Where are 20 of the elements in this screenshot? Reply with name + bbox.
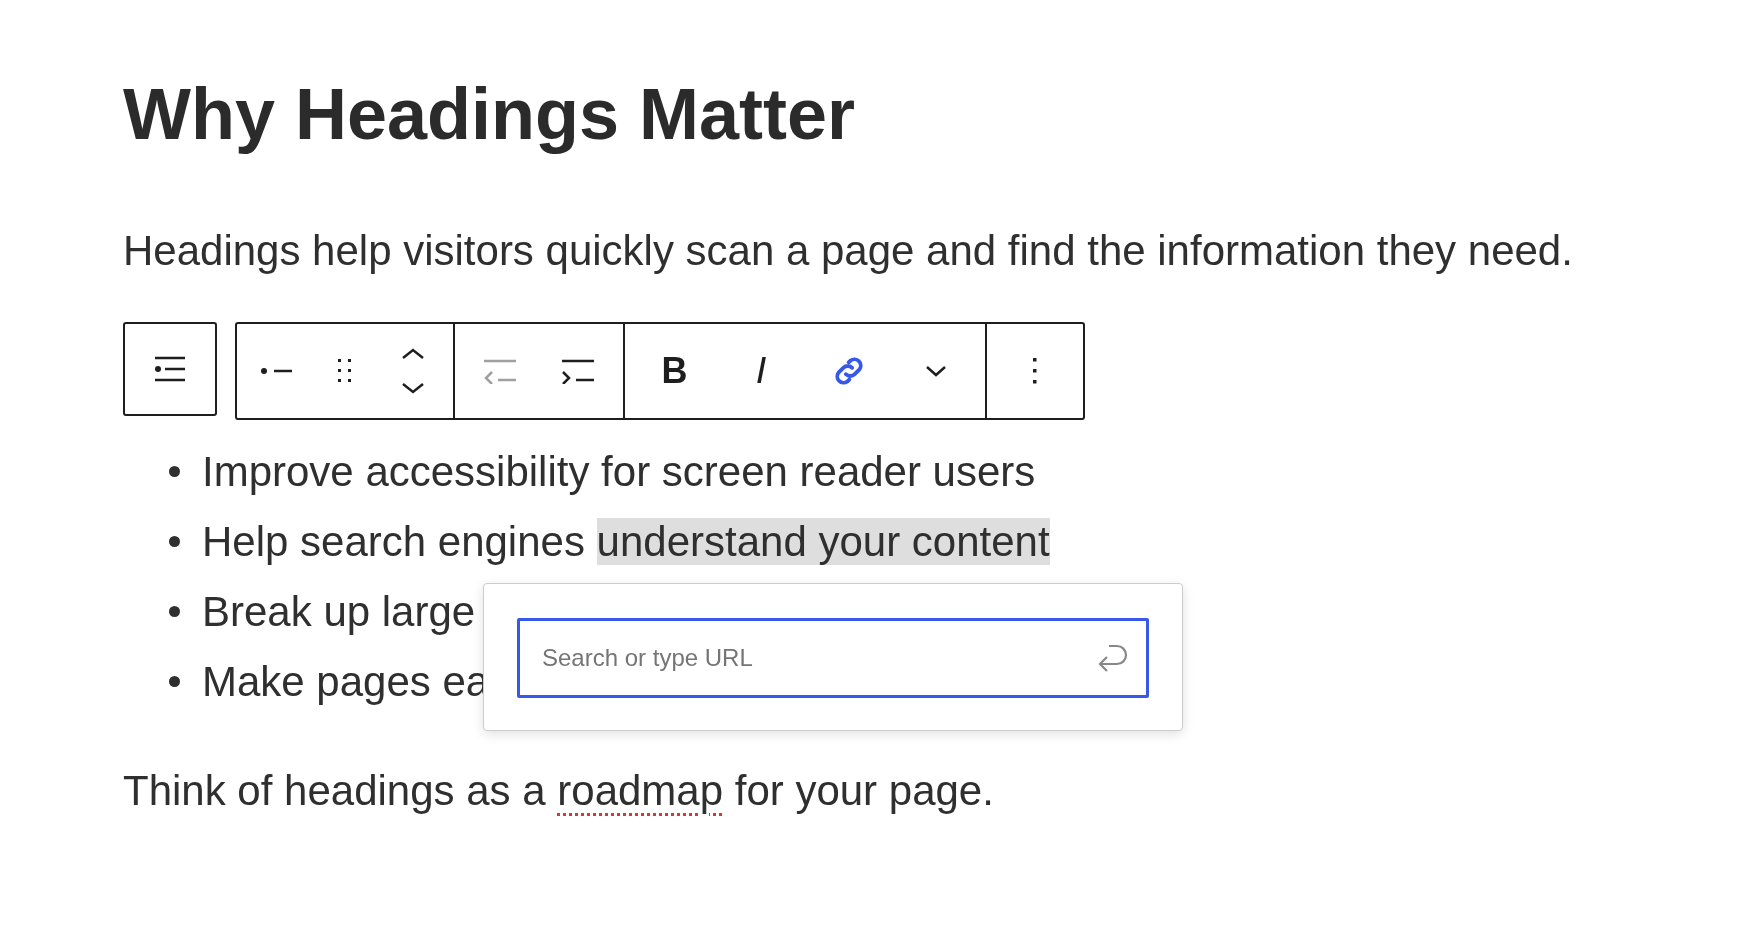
drag-handle-icon <box>337 357 353 384</box>
indent-icon <box>560 357 596 384</box>
bullet-icon <box>169 536 180 548</box>
bullet-icon <box>169 606 180 618</box>
bullet-line-icon <box>260 365 294 376</box>
italic-button[interactable]: I <box>731 330 792 411</box>
bullet-icon <box>169 676 180 688</box>
bullet-icon <box>169 466 180 478</box>
list-item-text: Break up large <box>202 587 476 636</box>
block-type-button[interactable] <box>123 321 217 416</box>
paragraph: Headings help visitors quickly scan a page and find the information they need. <box>123 226 1574 277</box>
page-heading: Why Headings Matter <box>123 75 857 155</box>
chevron-down-icon <box>924 363 947 378</box>
more-vertical-icon <box>1032 356 1038 385</box>
bold-button[interactable]: B <box>644 330 705 411</box>
outdent-icon <box>482 357 518 384</box>
list-item-text: Help search engines understand your content <box>202 517 1050 566</box>
url-input-field[interactable]: Search or type URL <box>517 617 1149 698</box>
paragraph: Think of headings as a roadmap for your page. <box>123 766 995 815</box>
list-item-text: Improve accessibility for screen reader users <box>202 447 1036 496</box>
